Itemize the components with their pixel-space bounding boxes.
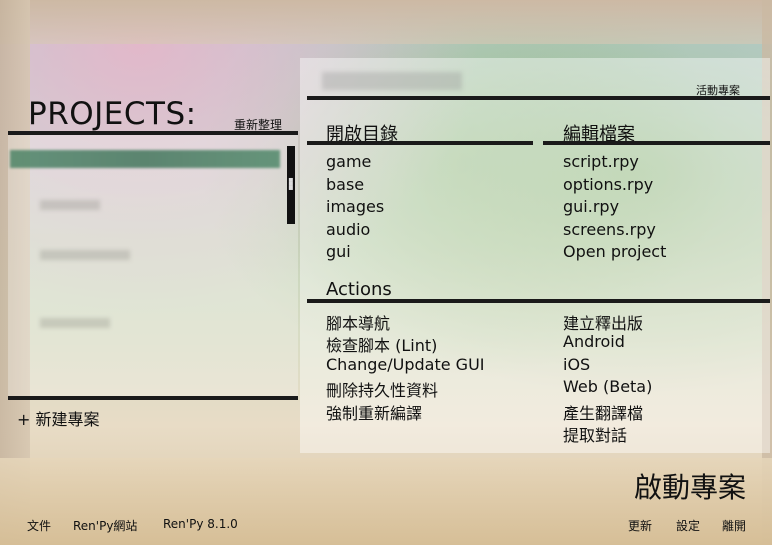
launch-project-button[interactable]: 啟動專案 <box>634 466 746 506</box>
open-dir-audio[interactable]: audio <box>326 220 370 239</box>
action-build-distributions[interactable]: 建立釋出版 <box>563 310 643 334</box>
action-navigate-script[interactable]: 腳本導航 <box>326 310 390 334</box>
action-delete-persistent[interactable]: 刪除持久性資料 <box>326 377 438 401</box>
action-lint[interactable]: 檢查腳本 (Lint) <box>326 332 437 356</box>
action-generate-translations[interactable]: 產生翻譯檔 <box>563 400 643 424</box>
projects-panel <box>8 132 298 400</box>
edit-file-options[interactable]: options.rpy <box>563 175 653 194</box>
scrollbar-grip-icon: ▪ ▪ ▪ <box>288 175 294 192</box>
projects-bottom-divider <box>8 396 298 400</box>
open-directory-divider <box>307 141 533 145</box>
background-frame-top <box>0 0 772 44</box>
open-project-button[interactable]: Open project <box>563 242 666 261</box>
project-list-item[interactable] <box>40 200 100 210</box>
project-list-item[interactable] <box>40 250 130 260</box>
project-list-scrollbar[interactable]: ▪ ▪ ▪ <box>287 146 295 224</box>
open-dir-base[interactable]: base <box>326 175 364 194</box>
edit-file-screens[interactable]: screens.rpy <box>563 220 656 239</box>
action-force-recompile[interactable]: 強制重新編譯 <box>326 400 422 424</box>
action-extract-dialogue[interactable]: 提取對話 <box>563 422 627 446</box>
footer-preferences-button[interactable]: 設定 <box>676 517 700 534</box>
action-web[interactable]: Web (Beta) <box>563 377 652 396</box>
open-dir-images[interactable]: images <box>326 197 384 216</box>
actions-heading: Actions <box>326 279 392 300</box>
action-android[interactable]: Android <box>563 332 625 351</box>
projects-title: PROJECTS: <box>28 96 197 132</box>
footer-documentation-link[interactable]: 文件 <box>27 517 51 534</box>
open-dir-game[interactable]: game <box>326 152 371 171</box>
edit-file-script[interactable]: script.rpy <box>563 152 639 171</box>
footer-quit-button[interactable]: 離開 <box>722 517 746 534</box>
projects-divider <box>8 131 298 135</box>
open-dir-gui[interactable]: gui <box>326 242 351 261</box>
project-list-item-selected[interactable] <box>10 150 280 168</box>
active-project-divider <box>307 96 770 100</box>
footer-version-link[interactable]: Ren'Py 8.1.0 <box>163 517 238 531</box>
actions-divider <box>307 299 770 303</box>
project-list-item[interactable] <box>40 318 110 328</box>
active-project-name <box>322 72 462 90</box>
action-change-gui[interactable]: Change/Update GUI <box>326 355 485 374</box>
footer-website-link[interactable]: Ren'Py網站 <box>73 517 137 534</box>
edit-file-gui[interactable]: gui.rpy <box>563 197 619 216</box>
edit-files-divider <box>543 141 770 145</box>
action-ios[interactable]: iOS <box>563 355 590 374</box>
footer-update-button[interactable]: 更新 <box>628 517 652 534</box>
new-project-button[interactable]: + 新建專案 <box>17 406 100 430</box>
